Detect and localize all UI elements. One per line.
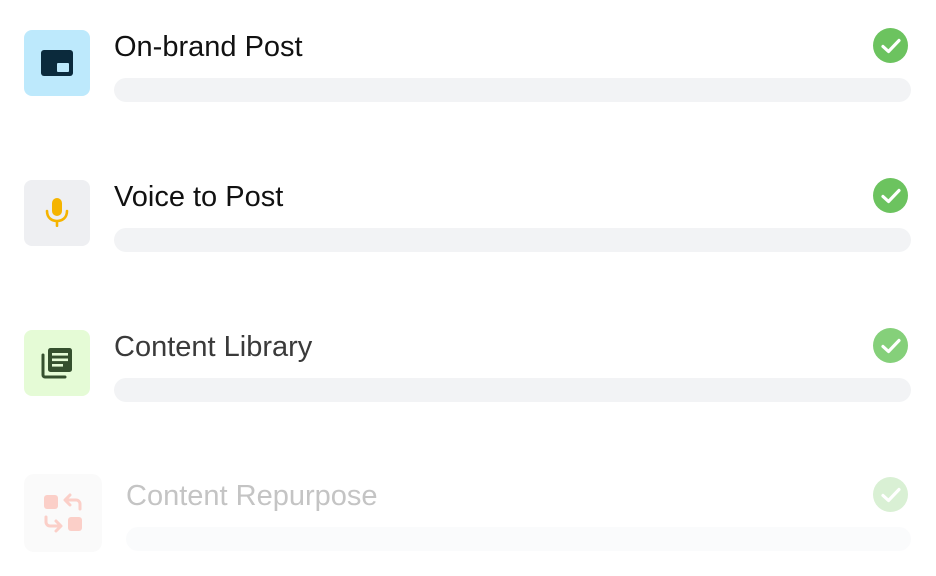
repurpose-swap-icon [44,493,82,533]
feature-row-content-library[interactable]: Content Library [24,328,912,402]
microphone-icon [45,198,69,227]
progress-bar [114,78,911,102]
check-icon [873,328,908,363]
progress-bar [114,228,911,252]
feature-icon-tile [24,474,102,552]
feature-icon-tile [24,30,90,96]
feature-title: Voice to Post [114,181,284,213]
feature-row-content-repurpose[interactable]: Content Repurpose [24,474,912,552]
feature-title: Content Library [114,331,313,363]
feature-row-voice-to-post[interactable]: Voice to Post [24,178,912,252]
feature-title: Content Repurpose [126,480,378,512]
library-icon [41,348,72,379]
check-icon [873,477,908,512]
picture-in-picture-icon [41,50,73,76]
check-icon [873,178,908,213]
feature-icon-tile [24,330,90,396]
progress-bar [114,378,911,402]
feature-title: On-brand Post [114,31,303,63]
feature-row-on-brand-post[interactable]: On-brand Post [24,28,912,102]
progress-bar [126,527,911,551]
feature-list: On-brand Post Voice to Post Content Libr… [0,0,936,576]
feature-icon-tile [24,180,90,246]
check-icon [873,28,908,63]
